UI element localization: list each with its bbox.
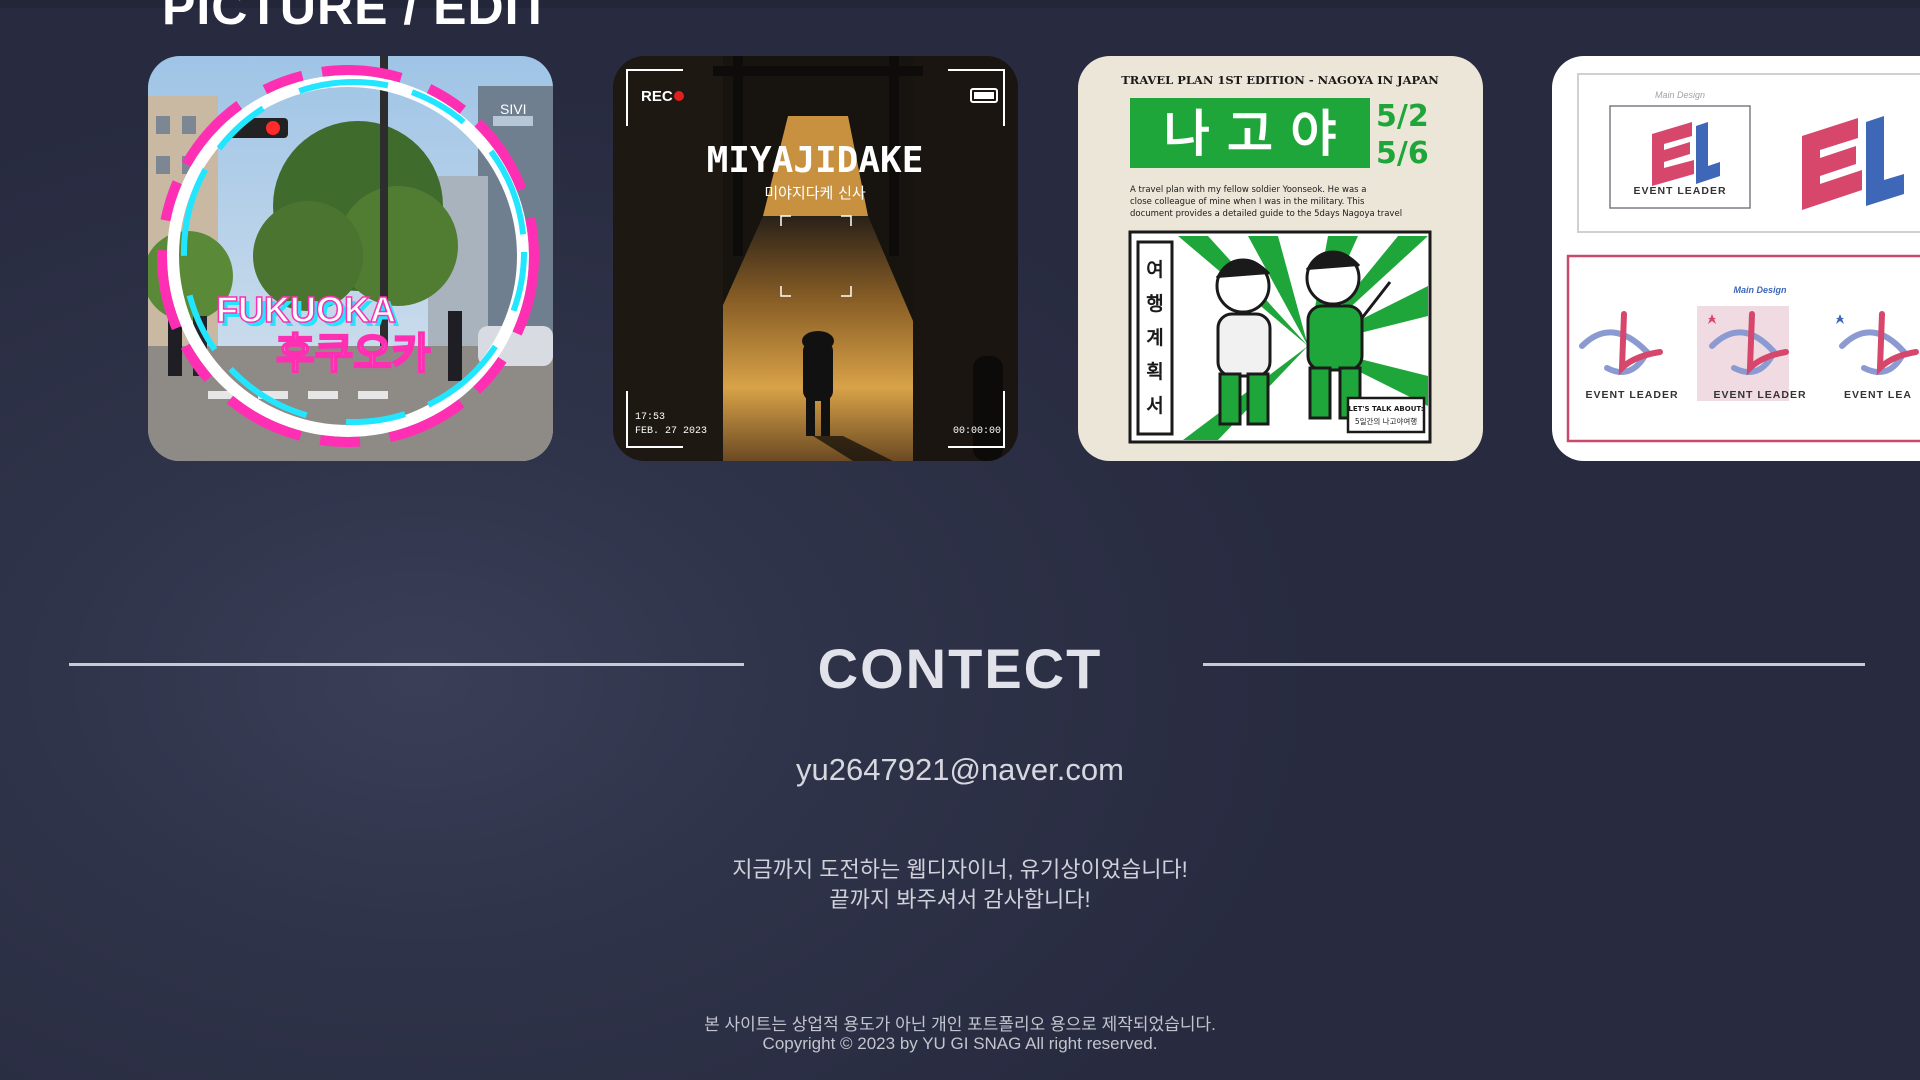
variant-label-1: EVENT LEADER	[1585, 389, 1678, 401]
section-title: PICTURE / EDIT	[162, 0, 552, 35]
vertical-char-1: 여	[1146, 259, 1163, 281]
vertical-char-3: 계	[1146, 327, 1163, 349]
logo-label: EVENT LEADER	[1633, 185, 1726, 197]
badge-line-2: 5일간의 나고야여행	[1355, 416, 1417, 426]
description-line-2: close colleague of mine when I was in th…	[1130, 197, 1365, 207]
contact-divider-right	[1203, 663, 1865, 666]
rec-label: REC	[641, 88, 673, 105]
page: PICTURE / EDIT SIVI FUKUOKA FUKUOKA 후쿠오카…	[0, 0, 1920, 1080]
main-design-label-2: Main Design	[1733, 285, 1787, 295]
closing-message-line-1: 지금까지 도전하는 웹디자이너, 유기상이었습니다!	[732, 857, 1188, 882]
date-stamp: FEB. 27 2023	[635, 426, 707, 437]
fukuoka-korean-title: 후쿠오카	[276, 329, 431, 378]
miyajidake-title: MIYAJIDAKE	[707, 140, 924, 181]
travel-plan-header: TRAVEL PLAN 1ST EDITION - NAGOYA IN JAPA…	[1121, 73, 1439, 87]
miyajidake-thumbnail: REC MIYAJIDAKE 미야지다케 신사 17:53 FEB. 27 20…	[613, 56, 1018, 461]
vertical-char-2: 행	[1146, 293, 1163, 315]
description-line-1: A travel plan with my fellow soldier Yoo…	[1130, 185, 1367, 195]
portfolio-card-miyajidake[interactable]: REC MIYAJIDAKE 미야지다케 신사 17:53 FEB. 27 20…	[613, 56, 1018, 461]
footer-copyright: Copyright © 2023 by YU GI SNAG All right…	[762, 1034, 1158, 1053]
portfolio-card-event-leader[interactable]: Main Design EVENT LEADER Main Design EVE…	[1552, 56, 1920, 461]
rec-dot-icon	[674, 91, 684, 101]
variant-label-2: EVENT LEADER	[1713, 389, 1806, 401]
closing-message-line-2: 끝까지 봐주셔서 감사합니다!	[829, 887, 1091, 912]
date-end: 5/6	[1376, 136, 1429, 171]
contact-email-link[interactable]: yu2647921@naver.com	[0, 752, 1920, 788]
date-start: 5/2	[1376, 99, 1429, 134]
time-stamp: 17:53	[635, 412, 665, 423]
sign-text: SIVI	[500, 101, 526, 117]
badge-line-1: LET'S TALK ABOUT:	[1348, 405, 1423, 413]
portfolio-card-fukuoka[interactable]: SIVI FUKUOKA FUKUOKA 후쿠오카	[148, 56, 553, 461]
nagoya-title: 나 고 야	[1164, 105, 1337, 163]
timecode: 00:00:00	[953, 426, 1001, 437]
main-design-label-1: Main Design	[1655, 90, 1705, 100]
footer-notice: 본 사이트는 상업적 용도가 아닌 개인 포트폴리오 용으로 제작되었습니다.	[704, 1015, 1216, 1034]
miyajidake-subtitle: 미야지다케 신사	[764, 184, 866, 202]
vertical-char-5: 서	[1146, 395, 1163, 417]
portfolio-card-nagoya[interactable]: TRAVEL PLAN 1ST EDITION - NAGOYA IN JAPA…	[1078, 56, 1483, 461]
description-line-3: document provides a detailed guide to th…	[1130, 209, 1402, 219]
event-leader-thumbnail: Main Design EVENT LEADER Main Design EVE…	[1552, 56, 1920, 461]
fukuoka-title: FUKUOKA	[216, 289, 396, 330]
contact-title: CONTECT	[817, 637, 1103, 700]
variant-label-3: EVENT LEA	[1844, 389, 1912, 401]
fukuoka-thumbnail: SIVI FUKUOKA FUKUOKA 후쿠오카	[148, 56, 553, 461]
vertical-char-4: 획	[1146, 361, 1163, 383]
nagoya-thumbnail: TRAVEL PLAN 1ST EDITION - NAGOYA IN JAPA…	[1078, 56, 1483, 461]
